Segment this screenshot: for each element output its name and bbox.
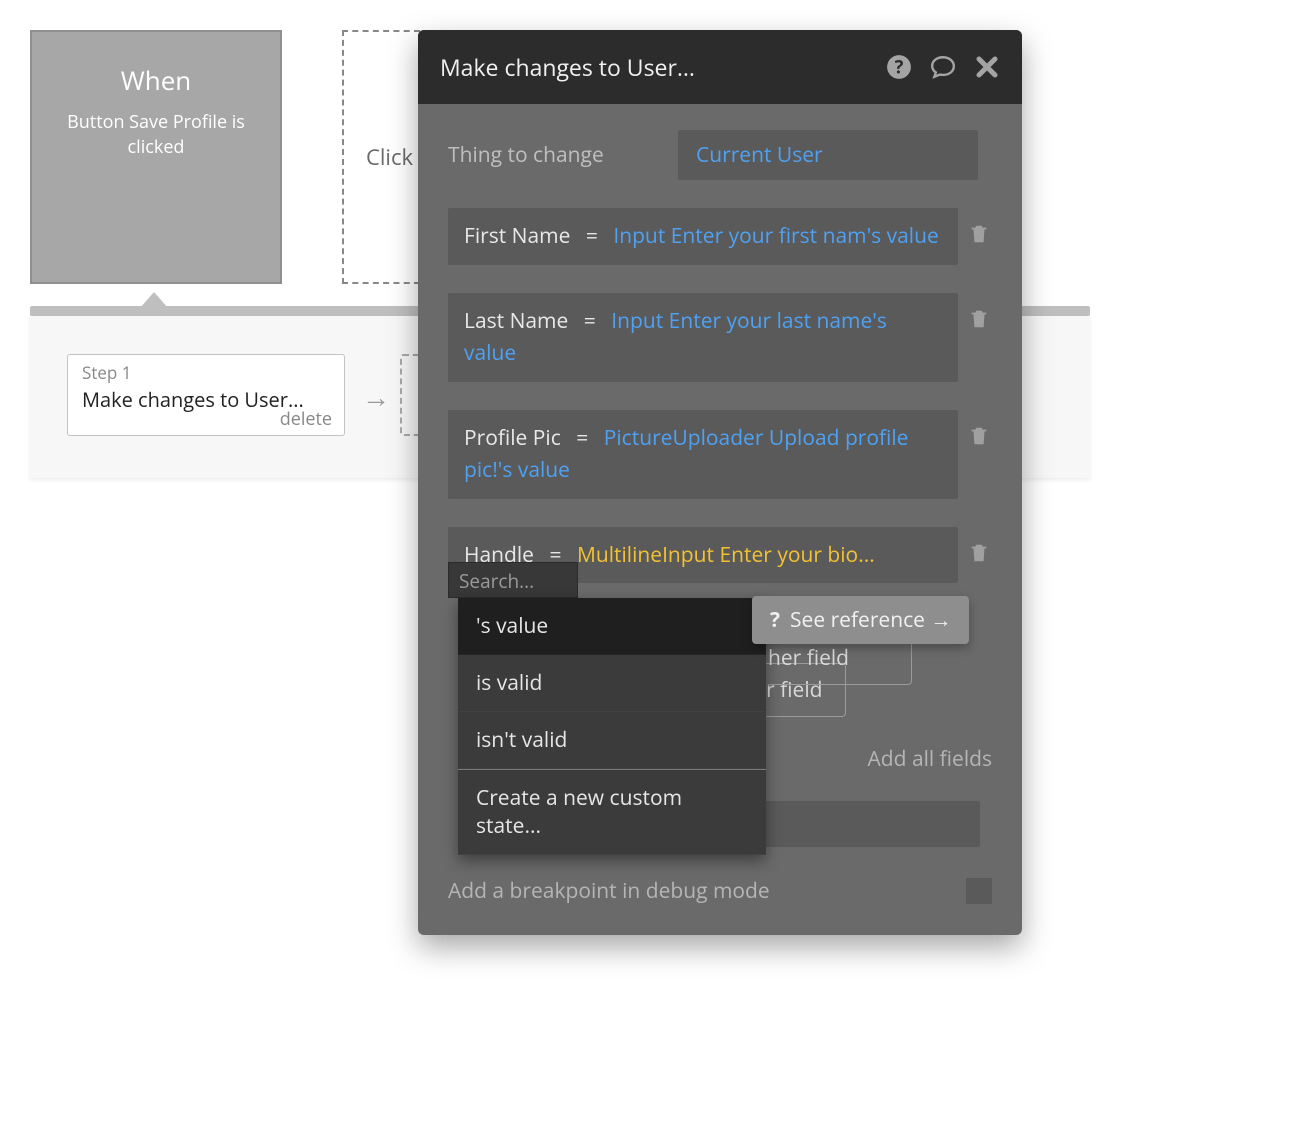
dropdown-option-is-valid[interactable]: is valid xyxy=(458,655,766,712)
equals-sign: = xyxy=(586,222,598,250)
field-name: First Name xyxy=(464,222,570,250)
thing-to-change-value[interactable]: Current User xyxy=(678,130,978,180)
thing-to-change-label: Thing to change xyxy=(448,141,678,169)
arrow-right-icon: → xyxy=(362,378,390,416)
comment-icon[interactable] xyxy=(930,54,956,80)
trash-icon[interactable] xyxy=(968,541,990,565)
field-value-expression-incomplete[interactable]: MultilineInput Enter your bio... xyxy=(577,541,875,569)
workflow-event-box[interactable]: When Button Save Profile is clicked xyxy=(30,30,282,284)
field-row-first-name[interactable]: First Name = Input Enter your first nam'… xyxy=(448,208,958,265)
trash-icon[interactable] xyxy=(968,222,990,246)
field-row-profile-pic[interactable]: Profile Pic = PictureUploader Upload pro… xyxy=(448,410,958,499)
step-delete-link[interactable]: delete xyxy=(280,407,332,431)
see-reference-button[interactable]: ? See reference → xyxy=(752,596,969,644)
svg-text:?: ? xyxy=(895,55,904,80)
help-icon: ? xyxy=(770,606,780,634)
click-label: Click xyxy=(366,142,413,172)
editor-title: Make changes to User... xyxy=(440,51,886,83)
see-reference-label: See reference → xyxy=(790,606,951,634)
breakpoint-label: Add a breakpoint in debug mode xyxy=(448,877,770,905)
event-header: When xyxy=(52,62,260,98)
trash-icon[interactable] xyxy=(968,424,990,448)
close-icon[interactable] xyxy=(974,54,1000,80)
breakpoint-checkbox[interactable] xyxy=(966,878,992,904)
dropdown-option-isnt-valid[interactable]: isn't valid xyxy=(458,712,766,769)
editor-header[interactable]: Make changes to User... ? xyxy=(418,30,1022,104)
field-name: Profile Pic xyxy=(464,424,561,452)
equals-sign: = xyxy=(576,424,588,452)
event-description: Button Save Profile is clicked xyxy=(52,110,260,160)
help-icon[interactable]: ? xyxy=(886,54,912,80)
trash-icon[interactable] xyxy=(968,307,990,331)
field-row-last-name[interactable]: Last Name = Input Enter your last name's… xyxy=(448,293,958,382)
equals-sign: = xyxy=(584,307,596,335)
dropdown-option-value[interactable]: 's value xyxy=(458,598,766,655)
step-number: Step 1 xyxy=(82,361,330,384)
dropdown-option-create-state[interactable]: Create a new custom state... xyxy=(458,769,766,855)
field-name: Last Name xyxy=(464,307,568,335)
expression-dropdown: 's value is valid isn't valid Create a n… xyxy=(458,598,766,855)
dropdown-search-input[interactable]: Search... xyxy=(448,562,578,598)
field-value-expression[interactable]: Input Enter your first nam's value xyxy=(613,222,938,250)
step-card-1[interactable]: Step 1 Make changes to User... delete xyxy=(67,354,345,436)
